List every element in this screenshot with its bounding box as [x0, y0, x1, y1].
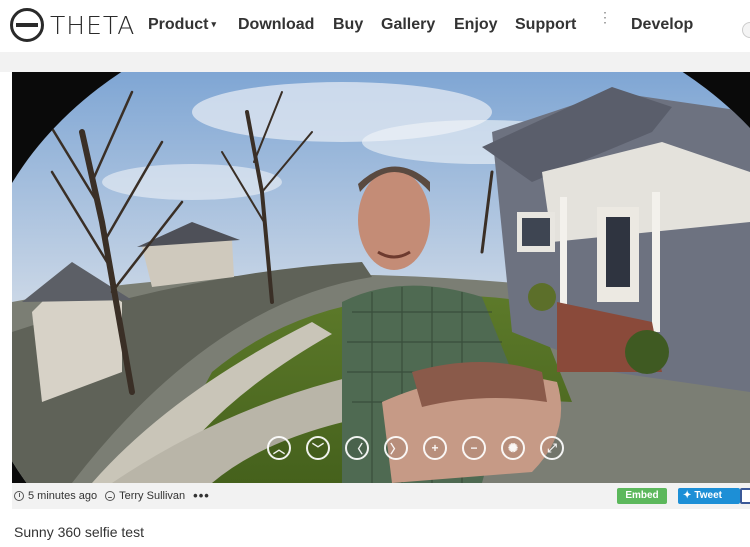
post-timestamp: 5 minutes ago [28, 490, 98, 502]
post-title: Sunny 360 selfie test [14, 524, 144, 540]
nav-enjoy[interactable]: Enjoy [454, 16, 498, 34]
clock-icon [14, 491, 24, 501]
nav-develop[interactable]: Develop [631, 16, 693, 34]
chevron-left-icon[interactable]: 〈 [345, 436, 369, 460]
nav-separator-icon: ⋮ [598, 9, 612, 25]
post-author[interactable]: Terry Sullivan [119, 490, 185, 502]
nav-support[interactable]: Support [515, 16, 576, 34]
panorama-viewer[interactable]: ︿ ﹀ 〈 〉 + − ✺ ⤢ [12, 72, 750, 483]
fullscreen-icon[interactable]: ⤢ [540, 436, 564, 460]
viewer-controls: ︿ ﹀ 〈 〉 + − ✺ ⤢ [267, 436, 564, 460]
tweet-button[interactable]: ✦ Tweet [678, 488, 740, 504]
caret-down-icon: ▾ [211, 19, 216, 29]
user-avatar-icon[interactable] [742, 22, 750, 38]
nav-download[interactable]: Download [238, 16, 314, 34]
chevron-down-icon[interactable]: ﹀ [306, 436, 330, 460]
panorama-image [12, 72, 750, 483]
nav-gallery[interactable]: Gallery [381, 16, 435, 34]
top-nav: THETA Product ▾ Download Buy Gallery Enjo… [0, 0, 750, 52]
more-options-button[interactable]: ••• [193, 489, 210, 502]
nav-buy[interactable]: Buy [333, 16, 363, 34]
user-icon [105, 491, 116, 501]
chevron-right-icon[interactable]: 〉 [384, 436, 408, 460]
twitter-bird-icon: ✦ [683, 490, 692, 501]
theta-logo[interactable]: THETA [10, 8, 135, 42]
embed-button[interactable]: Embed [617, 488, 667, 504]
zoom-in-icon[interactable]: + [423, 436, 447, 460]
zoom-out-icon[interactable]: − [462, 436, 486, 460]
tweet-label: Tweet [694, 490, 722, 501]
page-background-strip [0, 52, 750, 72]
theta-logo-mark [10, 8, 44, 42]
post-meta-bar: 5 minutes ago Terry Sullivan ••• Embed ✦… [12, 483, 750, 509]
logo-text: THETA [50, 10, 136, 40]
chevron-up-icon[interactable]: ︿ [267, 436, 291, 460]
facebook-share-button[interactable] [740, 488, 750, 504]
autoplay-icon[interactable]: ✺ [501, 436, 525, 460]
nav-product[interactable]: Product ▾ [148, 16, 216, 34]
